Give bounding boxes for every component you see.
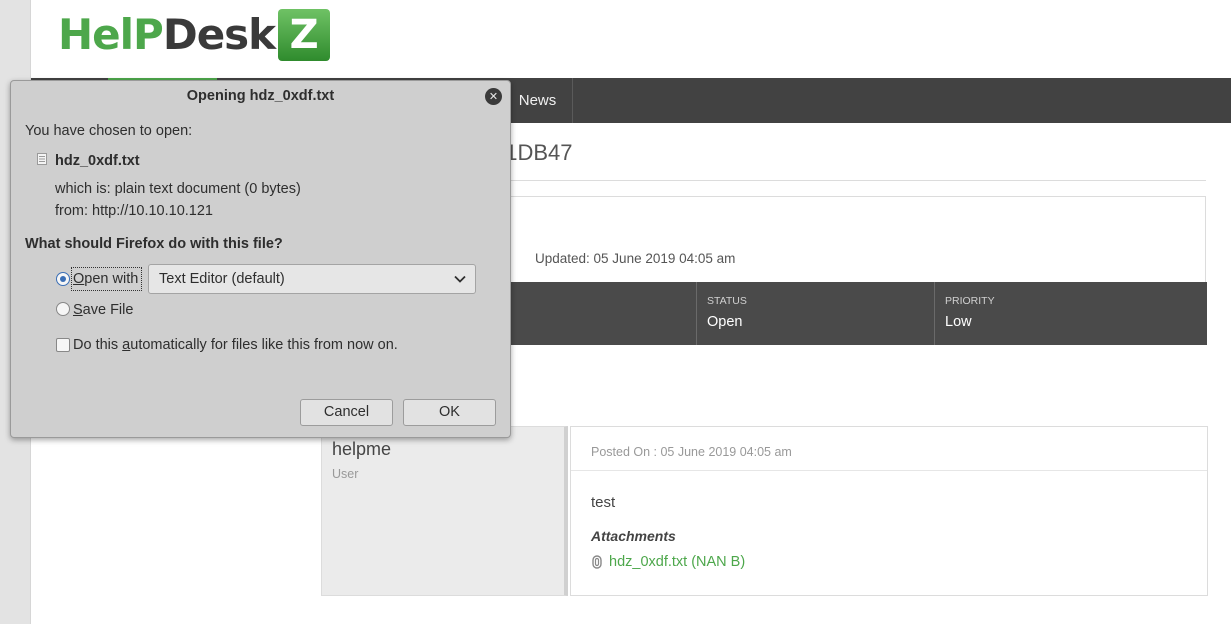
cancel-button[interactable]: Cancel: [300, 399, 393, 426]
reply-body: Posted On : 05 June 2019 04:05 am test A…: [570, 426, 1208, 596]
author-name: helpme: [332, 439, 392, 459]
status-value: Open: [707, 314, 743, 330]
file-type-info: which is: plain text document (0 bytes): [55, 181, 301, 197]
reply-author-panel: helpme User: [321, 426, 568, 596]
reply-divider: [571, 470, 1207, 471]
save-file-accesskey: S: [73, 302, 83, 318]
status-label: STATUS: [707, 295, 747, 307]
open-with-label-rest: pen with: [84, 271, 139, 287]
logo-desk-text: Desk: [162, 10, 276, 59]
auto-action-pre: Do this: [73, 337, 123, 353]
author-role: User: [332, 467, 359, 481]
open-with-accesskey: O: [73, 271, 85, 287]
priority-value: Low: [945, 314, 972, 330]
helpdeskz-logo[interactable]: HelPDesk Z: [58, 9, 331, 61]
dialog-title: Opening hdz_0xdf.txt: [186, 88, 335, 104]
open-with-app-select[interactable]: Text Editor (default): [148, 264, 476, 294]
logo-z-badge: Z: [278, 9, 331, 61]
open-with-app-value: Text Editor (default): [159, 271, 285, 287]
status-stat: STATUS Open: [696, 282, 934, 345]
file-name: hdz_0xdf.txt: [55, 153, 140, 169]
file-source-info: from: http://10.10.10.121: [55, 203, 213, 219]
paperclip-icon: [592, 555, 602, 569]
open-file-dialog: Opening hdz_0xdf.txt ✕ You have chosen t…: [10, 80, 511, 438]
auto-action-label[interactable]: Do this automatically for files like thi…: [73, 337, 398, 353]
reply-message: test: [591, 494, 616, 511]
save-file-label[interactable]: Save File: [73, 302, 133, 318]
logo-help-text: HelP: [58, 10, 164, 59]
ticket-updated: Updated: 05 June 2019 04:05 am: [535, 251, 736, 266]
chevron-down-icon: [454, 275, 466, 283]
ok-button[interactable]: OK: [403, 399, 496, 426]
logo-text: HelPDesk: [58, 9, 276, 61]
firefox-question: What should Firefox do with this file?: [25, 236, 283, 252]
posted-on: Posted On : 05 June 2019 04:05 am: [591, 445, 792, 459]
attachment-link-text[interactable]: hdz_0xdf.txt (NAN B): [609, 554, 745, 570]
attachments-heading: Attachments: [591, 528, 676, 544]
priority-stat: PRIORITY Low: [934, 282, 1207, 345]
close-icon[interactable]: ✕: [485, 88, 502, 105]
auto-action-checkbox[interactable]: [56, 338, 70, 352]
auto-action-post: utomatically for files like this from no…: [130, 337, 398, 353]
chosen-to-open-text: You have chosen to open:: [25, 123, 193, 139]
priority-label: PRIORITY: [945, 295, 995, 307]
text-file-icon: [37, 153, 47, 165]
open-with-radio[interactable]: [56, 272, 70, 286]
save-file-radio[interactable]: [56, 302, 70, 316]
save-file-label-rest: ave File: [82, 302, 134, 318]
open-with-label[interactable]: Open with: [73, 271, 138, 287]
nav-item-news[interactable]: News: [503, 78, 573, 123]
attachment-link[interactable]: hdz_0xdf.txt (NAN B): [591, 554, 745, 570]
